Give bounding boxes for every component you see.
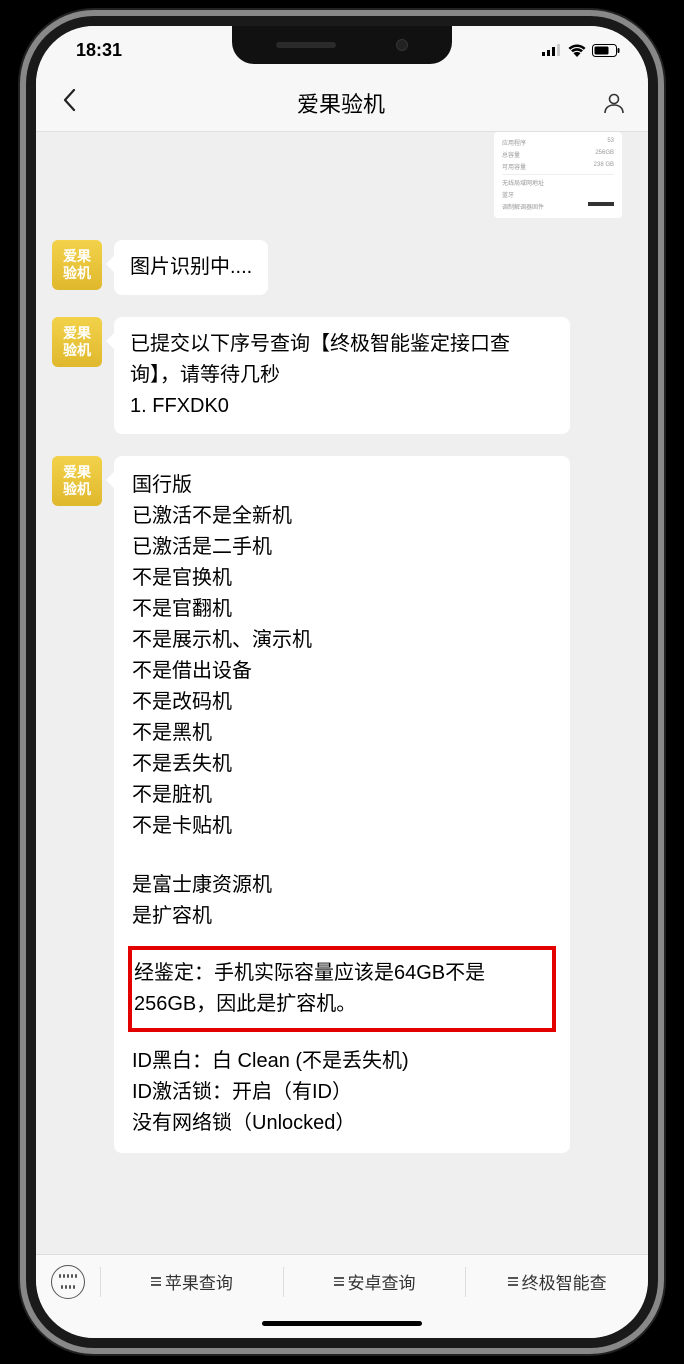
home-indicator[interactable] bbox=[262, 1321, 422, 1326]
keyboard-icon bbox=[51, 1265, 85, 1299]
bot-message: 爱果 验机 国行版 已激活不是全新机 已激活是二手机 不是官换机 不是官翻机 不… bbox=[52, 456, 632, 1153]
thumb-label: 无线局域网地址 bbox=[502, 178, 544, 187]
thumb-value: 238 GB bbox=[588, 162, 614, 171]
avatar-label: 爱果 验机 bbox=[63, 464, 91, 498]
bot-message: 爱果 验机 图片识别中.... bbox=[52, 240, 632, 295]
avatar[interactable]: 爱果 验机 bbox=[52, 456, 102, 506]
menu-icon bbox=[151, 1277, 161, 1286]
bot-message: 爱果 验机 已提交以下序号查询【终极智能鉴定接口查询】，请等待几秒 1. FFX… bbox=[52, 317, 632, 434]
message-text: 图片识别中.... bbox=[130, 256, 252, 278]
bottom-toolbar: 苹果查询 安卓查询 终极智能查 bbox=[36, 1254, 648, 1308]
thumb-value bbox=[588, 178, 614, 187]
screen: 18:31 爱果验机 bbox=[36, 26, 648, 1338]
avatar[interactable]: 爱果 验机 bbox=[52, 317, 102, 367]
nav-bar: 爱果验机 bbox=[36, 74, 648, 132]
back-button[interactable] bbox=[58, 88, 80, 118]
menu-android-query[interactable]: 安卓查询 bbox=[284, 1269, 466, 1294]
cellular-icon bbox=[542, 44, 562, 56]
avatar[interactable]: 爱果 验机 bbox=[52, 240, 102, 290]
menu-ultimate-query[interactable]: 终极智能查 bbox=[466, 1269, 648, 1294]
menu-label: 苹果查询 bbox=[165, 1269, 233, 1294]
thumb-label: 应用程序 bbox=[502, 138, 526, 147]
menu-label: 终极智能查 bbox=[522, 1269, 607, 1294]
home-indicator-area bbox=[36, 1308, 648, 1338]
menu-apple-query[interactable]: 苹果查询 bbox=[101, 1269, 283, 1294]
message-bubble[interactable]: 图片识别中.... bbox=[114, 240, 268, 295]
phone-frame: 18:31 爱果验机 bbox=[20, 10, 664, 1354]
message-text: ID黑白：白 Clean (不是丢失机) ID激活锁：开启（有ID） 没有网络锁… bbox=[132, 1046, 552, 1139]
chat-area[interactable]: 应用程序 53 总容量 256GB 可用容量 238 GB 无线局域网地址 蓝牙 调制… bbox=[36, 132, 648, 1254]
thumb-label: 可用容量 bbox=[502, 162, 526, 171]
message-bubble[interactable]: 国行版 已激活不是全新机 已激活是二手机 不是官换机 不是官翻机 不是展示机、演… bbox=[114, 456, 570, 1153]
highlight-text: 经鉴定：手机实际容量应该是64GB不是 256GB，因此是扩容机。 bbox=[134, 962, 485, 1015]
thumb-label: 蓝牙 bbox=[502, 190, 514, 199]
thumb-value: 256GB bbox=[588, 150, 614, 159]
menu-icon bbox=[508, 1277, 518, 1286]
wifi-icon bbox=[568, 44, 586, 57]
thumb-value: 53 bbox=[588, 138, 614, 147]
message-text: 国行版 已激活不是全新机 已激活是二手机 不是官换机 不是官翻机 不是展示机、演… bbox=[132, 470, 552, 842]
message-text: 1. FFXDK0 bbox=[130, 391, 554, 422]
user-message: 应用程序 53 总容量 256GB 可用容量 238 GB 无线局域网地址 蓝牙 调制… bbox=[52, 132, 632, 218]
status-time: 18:31 bbox=[76, 40, 122, 61]
menu-label: 安卓查询 bbox=[348, 1269, 416, 1294]
thumb-label: 调制解调器固件 bbox=[502, 202, 544, 211]
avatar-label: 爱果 验机 bbox=[63, 325, 91, 359]
avatar-label: 爱果 验机 bbox=[63, 248, 91, 282]
person-icon bbox=[602, 91, 626, 115]
profile-button[interactable] bbox=[602, 91, 626, 115]
speaker-icon bbox=[276, 42, 336, 48]
page-title: 爱果验机 bbox=[297, 87, 385, 119]
attached-image-thumb[interactable]: 应用程序 53 总容量 256GB 可用容量 238 GB 无线局域网地址 蓝牙 调制… bbox=[494, 132, 622, 218]
notch bbox=[232, 26, 452, 64]
redacted-bar bbox=[588, 202, 614, 206]
highlighted-section: 经鉴定：手机实际容量应该是64GB不是 256GB，因此是扩容机。 bbox=[128, 946, 556, 1032]
message-text: 已提交以下序号查询【终极智能鉴定接口查询】，请等待几秒 bbox=[130, 329, 554, 391]
thumb-value bbox=[588, 190, 614, 199]
message-text: 是富士康资源机 是扩容机 bbox=[132, 870, 552, 932]
status-icons bbox=[542, 44, 620, 57]
keyboard-button[interactable] bbox=[36, 1265, 100, 1299]
chevron-left-icon bbox=[62, 88, 76, 112]
camera-icon bbox=[396, 39, 408, 51]
menu-icon bbox=[334, 1277, 344, 1286]
phone-inner-frame: 18:31 爱果验机 bbox=[26, 16, 658, 1348]
message-bubble[interactable]: 已提交以下序号查询【终极智能鉴定接口查询】，请等待几秒 1. FFXDK0 bbox=[114, 317, 570, 434]
battery-icon bbox=[592, 44, 620, 57]
thumb-label: 总容量 bbox=[502, 150, 520, 159]
